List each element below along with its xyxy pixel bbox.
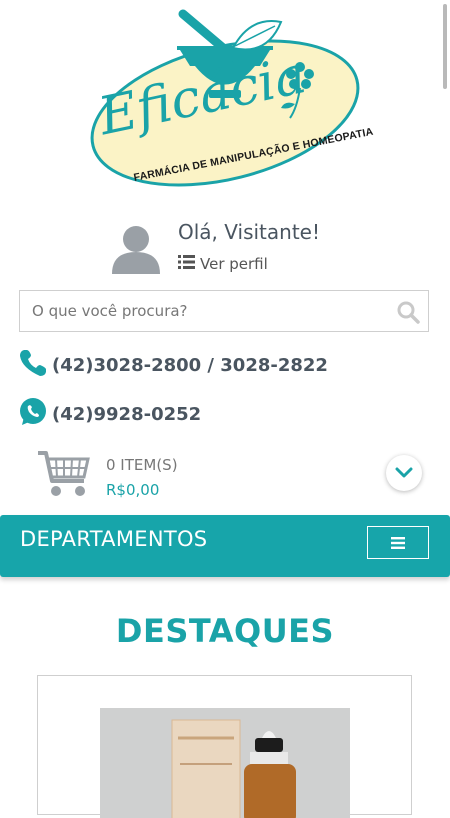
hamburger-menu-icon [391, 536, 405, 549]
phone-icon [18, 348, 48, 383]
list-icon [178, 255, 195, 273]
departments-title: DEPARTAMENTOS [20, 527, 208, 551]
search-input[interactable] [20, 291, 404, 331]
view-profile-link[interactable]: Ver perfil [178, 255, 268, 273]
chevron-down-icon [395, 467, 413, 478]
phone-number: (42)3028-2800 / 3028-2822 [52, 355, 328, 376]
search-box [19, 290, 429, 332]
search-button[interactable] [396, 300, 420, 324]
whatsapp-icon [18, 397, 48, 432]
departments-bar[interactable]: DEPARTAMENTOS [0, 515, 450, 577]
whatsapp-number: (42)9928-0252 [52, 404, 202, 425]
shopping-cart-icon[interactable] [36, 449, 92, 499]
whatsapp-contact[interactable]: (42)9928-0252 [18, 397, 201, 432]
product-image[interactable] [100, 708, 350, 818]
product-card[interactable] [37, 675, 412, 818]
search-icon [397, 301, 420, 324]
cart-item-count: 0 ITEM(S) [106, 456, 178, 474]
departments-menu-toggle[interactable] [367, 526, 429, 559]
product-photo [100, 708, 350, 818]
cart-expand-button[interactable] [386, 455, 422, 491]
user-avatar-icon [110, 222, 162, 274]
cart-total: R$0,00 [106, 481, 160, 499]
phone-contact[interactable]: (42)3028-2800 / 3028-2822 [18, 348, 328, 383]
user-greeting: Olá, Visitante! [178, 220, 320, 244]
view-profile-label: Ver perfil [200, 255, 268, 273]
page-scrollbar[interactable] [443, 4, 447, 89]
highlights-heading: DESTAQUES [115, 612, 335, 650]
